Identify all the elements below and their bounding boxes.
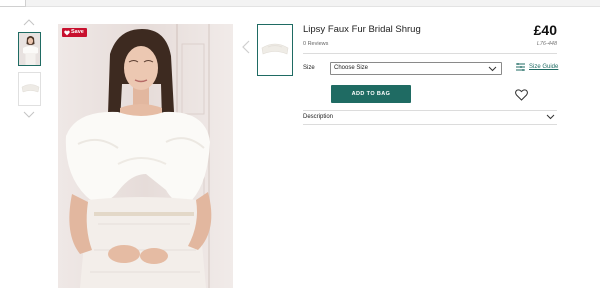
model-photo bbox=[58, 24, 233, 288]
thumbnail-model[interactable] bbox=[18, 32, 41, 66]
thumbnail-product[interactable] bbox=[18, 72, 41, 106]
browser-tab-edge bbox=[0, 0, 26, 7]
heart-icon bbox=[64, 30, 70, 35]
size-dropdown-value: Choose Size bbox=[334, 65, 369, 71]
thumbnail-up-arrow[interactable] bbox=[23, 18, 35, 26]
size-guide-link[interactable]: Size Guide bbox=[516, 63, 558, 71]
product-title: Lipsy Faux Fur Bridal Shrug bbox=[303, 24, 421, 35]
chevron-down-icon bbox=[23, 111, 35, 118]
description-accordion[interactable]: Description bbox=[303, 111, 557, 124]
alt-image-thumbnail[interactable] bbox=[257, 24, 293, 76]
chevron-up-icon bbox=[23, 18, 35, 25]
size-label: Size bbox=[303, 65, 315, 71]
add-to-bag-label: ADD TO BAG bbox=[351, 91, 391, 97]
gallery-prev-arrow[interactable] bbox=[242, 40, 250, 54]
save-badge[interactable]: Save bbox=[62, 28, 87, 37]
add-to-bag-button[interactable]: ADD TO BAG bbox=[331, 85, 411, 103]
divider bbox=[303, 53, 557, 54]
thumbnail-down-arrow[interactable] bbox=[23, 110, 35, 118]
reviews-link[interactable]: 0 Reviews bbox=[303, 41, 328, 47]
browser-top-strip bbox=[0, 0, 600, 7]
size-dropdown[interactable]: Choose Size bbox=[330, 62, 502, 75]
product-price: £40 bbox=[533, 22, 557, 38]
wishlist-button[interactable] bbox=[515, 88, 528, 106]
chevron-down-icon bbox=[488, 66, 497, 72]
thumbnail-model-image bbox=[19, 33, 40, 65]
heart-outline-icon bbox=[515, 89, 528, 101]
shrug-product-image bbox=[261, 43, 289, 55]
chevron-left-icon bbox=[242, 40, 250, 54]
description-label: Description bbox=[303, 114, 334, 120]
ruler-icon bbox=[516, 63, 525, 71]
product-sku: L76-448 bbox=[536, 41, 557, 47]
size-guide-label: Size Guide bbox=[529, 64, 559, 70]
thumbnail-product-image bbox=[19, 73, 40, 105]
main-product-image[interactable]: Save bbox=[58, 24, 233, 288]
chevron-down-icon bbox=[546, 114, 555, 120]
divider bbox=[303, 124, 557, 125]
save-badge-label: Save bbox=[71, 29, 84, 35]
